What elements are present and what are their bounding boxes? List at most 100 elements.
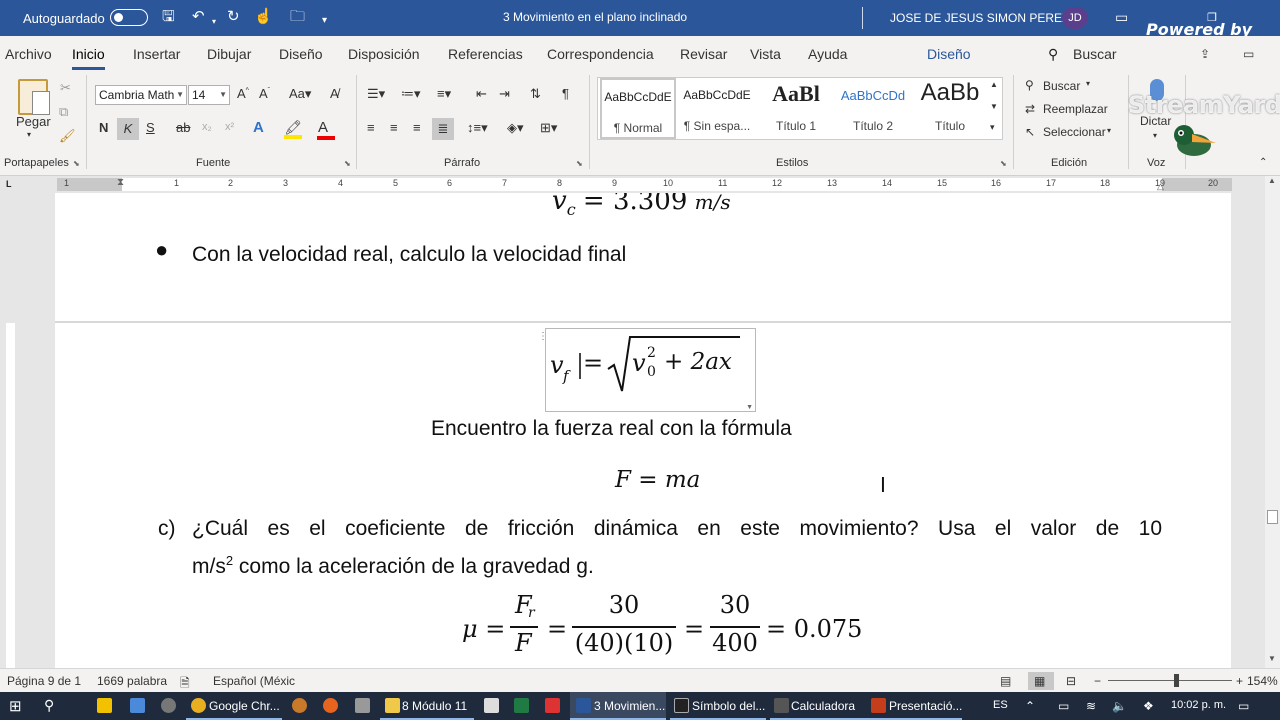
grow-font-icon[interactable]: A^ [237,86,249,101]
scroll-down-icon[interactable]: ▼ [1268,654,1276,663]
tab-correspondencia[interactable]: Correspondencia [547,46,654,62]
undo-icon[interactable]: ↶ [192,8,205,26]
show-marks-icon[interactable]: ¶ [562,86,569,101]
font-name-combo[interactable]: Cambria Math ▼ [95,85,187,105]
font-size-combo[interactable]: 14 ▼ [188,85,230,105]
tab-vista[interactable]: Vista [750,46,781,62]
velocity-c-equation[interactable]: vc = 3.309 m/s [552,193,731,219]
replace-button[interactable]: Reemplazar [1043,102,1108,116]
undo-dropdown-icon[interactable]: ▾ [212,13,216,31]
sticky-notes-icon[interactable] [97,698,112,713]
title-search-box[interactable] [862,7,874,29]
text-effects-icon[interactable]: A [253,119,264,136]
explorer-icon[interactable] [130,698,145,713]
shading-icon[interactable]: ◈▾ [507,120,524,136]
volume-icon[interactable]: 🔈 [1112,699,1127,713]
app-icon[interactable] [355,698,370,713]
browser-icon[interactable] [292,698,307,713]
multilevel-list-icon[interactable]: ≡▾ [437,86,451,102]
tab-dibujar[interactable]: Dibujar [207,46,251,62]
taskbar-app-calculator[interactable]: Calculadora [791,699,855,713]
tab-ayuda[interactable]: Ayuda [808,46,847,62]
style-sin-espaciado[interactable]: AaBbCcDdE ¶ Sin espa... [678,78,756,139]
styles-launcher-icon[interactable]: ⬊ [1000,159,1007,168]
italic-button[interactable]: K [117,118,139,140]
taskbar-app-chrome[interactable]: Google Chr... [209,699,280,713]
excel-icon[interactable] [514,698,529,713]
shrink-font-icon[interactable]: Aˇ [259,86,270,101]
save-icon[interactable]: 🖫 [162,8,175,26]
zoom-out-icon[interactable]: − [1094,674,1101,688]
taskbar-app-folder[interactable]: 8 Módulo 11 [402,699,467,713]
touch-mode-icon[interactable]: ☝ [254,8,273,26]
notifications-icon[interactable]: ▭ [1238,699,1249,713]
style-titulo-1[interactable]: AaBl Título 1 [757,78,835,139]
zoom-slider-track[interactable] [1108,680,1232,681]
network-icon[interactable]: ▭ [1058,699,1069,713]
dropbox-icon[interactable]: ❖ [1143,699,1154,713]
firefox-icon[interactable] [323,698,338,713]
align-left-icon[interactable]: ≡ [367,120,375,135]
zoom-in-icon[interactable]: + [1236,674,1243,688]
language[interactable]: Español (Méxic [213,674,295,688]
align-right-icon[interactable]: ≡ [413,120,421,135]
indent-marker-icon[interactable]: ⧗ [117,177,124,188]
subscript-icon[interactable]: x₂ [202,121,212,133]
search-icon[interactable]: ⚲ [1048,46,1058,63]
input-language[interactable]: ES [993,699,1008,711]
collapse-ribbon-icon[interactable]: ⌃ [1259,157,1267,168]
tab-diseno[interactable]: Diseño [279,46,323,62]
friction-coefficient-equation[interactable]: μ = F r F = 30 (40)(10) = 30 400 = 0.075 [462,591,862,667]
superscript-icon[interactable]: x² [225,121,234,133]
word-count[interactable]: 1669 palabra [97,674,167,688]
share-icon[interactable]: ⇪ [1200,47,1210,61]
dictate-dropdown-icon[interactable]: ▾ [1153,131,1157,140]
select-dropdown-icon[interactable]: ▾ [1107,126,1111,135]
word-icon[interactable] [576,698,591,713]
force-text[interactable]: Encuentro la fuerza real con la fórmula [431,417,792,441]
wifi-icon[interactable]: ≋ [1086,699,1096,713]
web-layout-icon[interactable]: ⊟ [1066,674,1076,688]
tab-insertar[interactable]: Insertar [133,46,180,62]
customize-quick-access-icon[interactable]: ▾ [322,12,327,30]
style-titulo[interactable]: AaBb Título [911,78,989,139]
line-spacing-icon[interactable]: ↕≡▾ [467,120,488,136]
paste-dropdown-icon[interactable]: ▾ [27,130,31,139]
autosave-toggle[interactable] [110,9,148,26]
clipboard-launcher-icon[interactable]: ⬊ [73,159,80,168]
clock[interactable]: 10:02 p. m. [1171,699,1226,711]
find-icon[interactable]: ⚲ [1025,78,1034,92]
bold-button[interactable]: N [99,120,108,135]
zoom-slider-thumb[interactable] [1174,674,1179,687]
question-line-2[interactable]: m/s2 como la aceleración de la gravedad … [192,553,594,579]
justify-icon[interactable]: ≣ [432,118,454,140]
document-canvas[interactable]: vc = 3.309 m/s ● Con la velocidad real, … [55,193,1231,668]
align-center-icon[interactable]: ≡ [390,120,398,135]
folder-icon[interactable] [385,698,400,713]
cut-icon[interactable]: ✂ [60,80,71,96]
paste-button[interactable]: Pegar [16,114,51,129]
chrome-icon[interactable] [191,698,206,713]
powerpoint-icon[interactable] [871,698,886,713]
tab-selector-icon[interactable]: L [6,179,12,189]
highlight-color-icon[interactable]: 🖍 [284,119,302,136]
equation-options-icon[interactable]: ▼ [746,404,753,411]
tab-inicio[interactable]: Inicio [72,46,105,70]
replace-icon[interactable]: ⇄ [1025,102,1035,116]
decrease-indent-icon[interactable]: ⇤ [476,86,487,102]
cmd-icon[interactable] [674,698,689,713]
styles-scroll-up-icon[interactable]: ▲ [990,80,998,89]
style-titulo-2[interactable]: AaBbCcDd Título 2 [834,78,912,139]
taskbar-app-cmd[interactable]: Símbolo del... [692,699,765,713]
paste-icon[interactable] [18,79,50,115]
horizontal-ruler[interactable]: L 1 1 2 3 4 5 6 7 8 9 10 11 12 13 14 15 … [0,176,1265,193]
select-icon[interactable]: ↖ [1025,125,1035,139]
scroll-thumb[interactable] [1267,510,1278,524]
page-count[interactable]: Página 9 de 1 [7,674,81,688]
show-hidden-icons-icon[interactable]: ⌃ [1025,699,1035,713]
paragraph-launcher-icon[interactable]: ⬊ [576,159,583,168]
increase-indent-icon[interactable]: ⇥ [499,86,510,102]
tab-archivo[interactable]: Archivo [5,46,52,62]
vertical-ruler[interactable] [0,193,18,668]
acrobat-icon[interactable] [545,698,560,713]
